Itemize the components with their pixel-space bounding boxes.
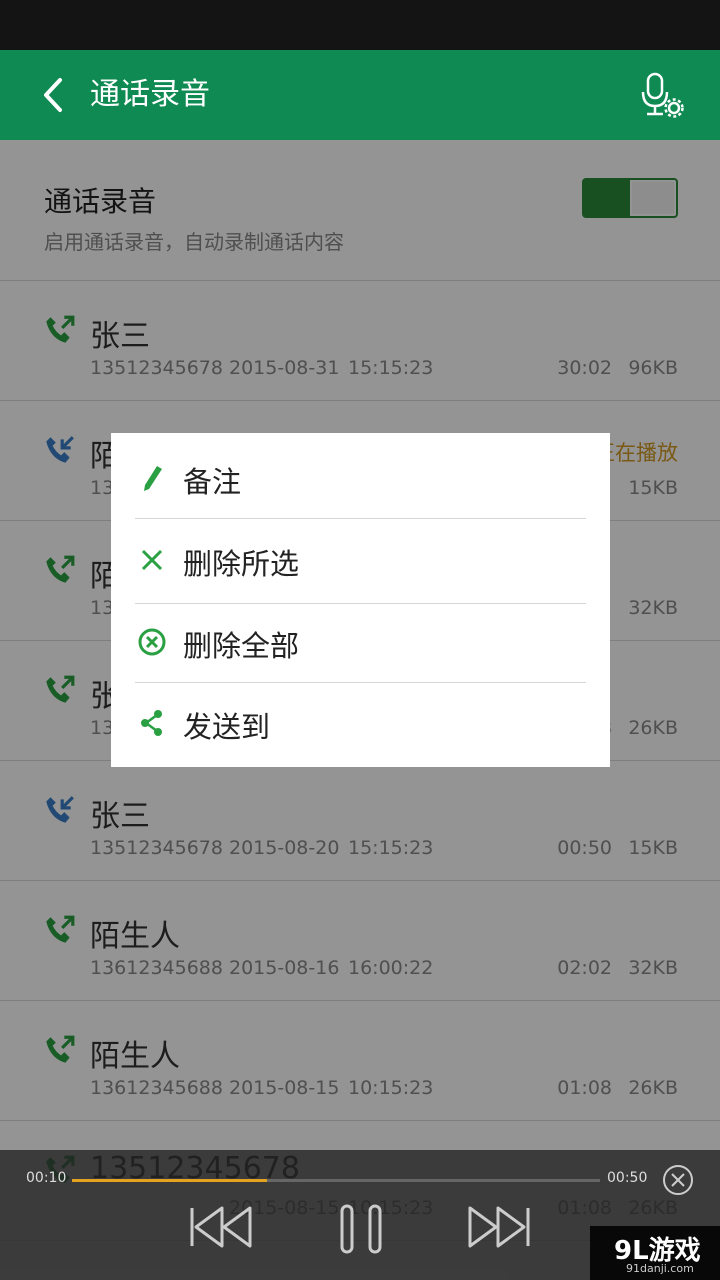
menu-label: 删除所选 xyxy=(183,547,300,581)
context-menu: 备注 删除所选 删除全部 发送到 xyxy=(111,433,610,767)
fast-forward-icon[interactable] xyxy=(464,1202,532,1252)
menu-label: 删除全部 xyxy=(183,629,300,663)
pause-icon[interactable] xyxy=(338,1202,384,1256)
menu-label: 发送到 xyxy=(183,710,271,744)
microphone-settings-icon[interactable] xyxy=(638,72,684,120)
menu-item-delete-selected[interactable]: 删除所选 xyxy=(111,519,610,602)
close-player-icon[interactable] xyxy=(662,1164,694,1196)
pencil-icon xyxy=(144,466,162,491)
close-icon xyxy=(141,549,163,571)
menu-item-send-to[interactable]: 发送到 xyxy=(111,682,610,765)
elapsed-time: 00:10 xyxy=(26,1170,67,1186)
menu-item-delete-all[interactable]: 删除全部 xyxy=(111,601,610,684)
share-icon xyxy=(141,710,162,736)
circle-close-icon xyxy=(138,628,166,656)
menu-item-note[interactable]: 备注 xyxy=(111,437,610,520)
status-bar xyxy=(0,0,720,50)
menu-label: 备注 xyxy=(183,465,242,499)
app-bar: 通话录音 xyxy=(0,50,720,140)
rewind-icon[interactable] xyxy=(188,1202,256,1252)
page-title: 通话录音 xyxy=(90,77,210,112)
watermark-url: 91danji.com xyxy=(626,1262,694,1275)
chevron-left-icon[interactable] xyxy=(36,74,76,116)
watermark: 9L游戏 91danji.com xyxy=(590,1226,720,1280)
progress-track[interactable] xyxy=(72,1179,600,1182)
total-time: 00:50 xyxy=(607,1170,648,1186)
progress-fill xyxy=(72,1179,268,1182)
